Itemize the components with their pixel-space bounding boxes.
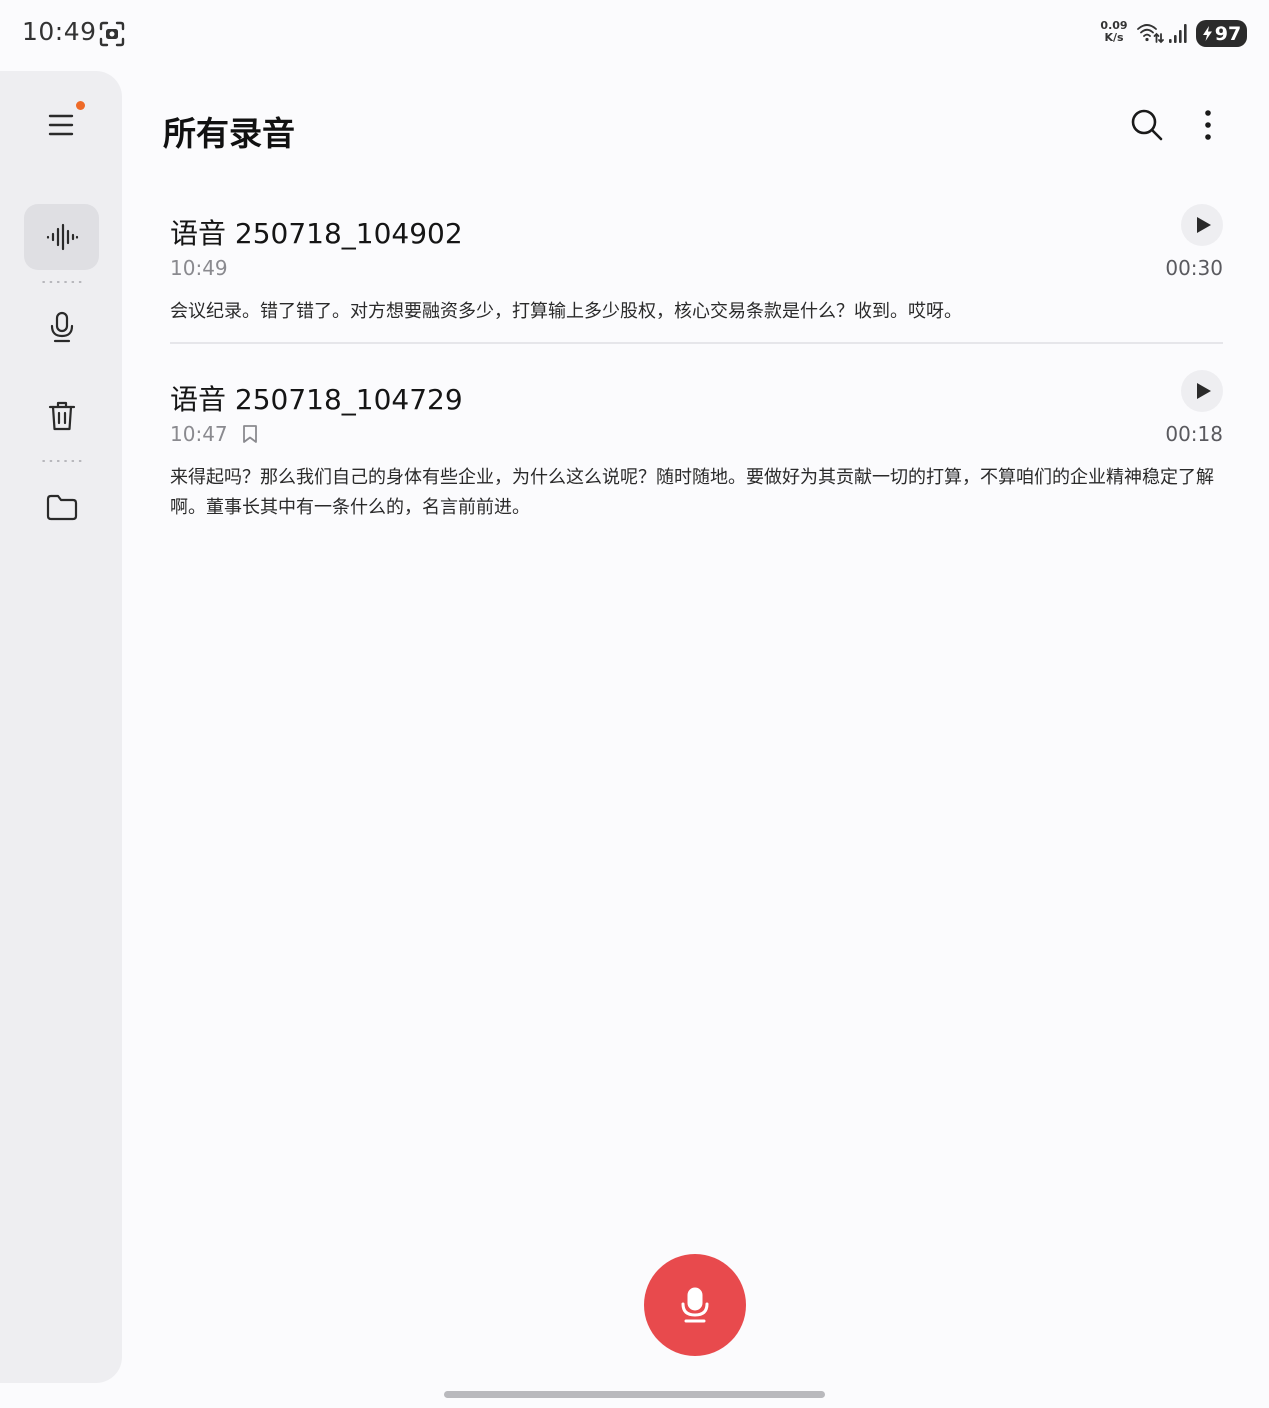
folders-nav-button[interactable]: [24, 474, 99, 540]
recording-duration: 00:18: [1165, 422, 1223, 446]
folder-icon: [46, 494, 77, 521]
search-button[interactable]: [1125, 103, 1169, 147]
battery-level: 97: [1214, 22, 1242, 45]
recording-duration: 00:30: [1165, 256, 1223, 280]
network-speed: 0.09 K/s: [1098, 20, 1130, 44]
list-divider: [170, 342, 1223, 344]
start-recording-button[interactable]: [644, 1254, 746, 1356]
recently-deleted-nav-button[interactable]: [24, 383, 99, 449]
signal-icon: [1168, 22, 1190, 44]
more-options-button[interactable]: [1186, 103, 1230, 147]
record-nav-button[interactable]: [24, 294, 99, 360]
status-time: 10:49: [22, 17, 97, 46]
menu-icon: [48, 114, 73, 136]
recording-title: 语音 250718_104902: [170, 217, 463, 250]
status-bar: 10:49 0.09 K/s 97: [0, 0, 1269, 70]
recording-time-text: 10:49: [170, 256, 228, 280]
recording-item[interactable]: 语音 250718_104729 10:47 00:18 来得起吗？那么我们自己…: [170, 370, 1223, 528]
search-icon: [1131, 109, 1163, 141]
recording-time-text: 10:47: [170, 422, 228, 446]
menu-button[interactable]: [24, 92, 99, 158]
page-title: 所有录音: [163, 114, 295, 153]
recording-transcript: 来得起吗？那么我们自己的身体有些企业，为什么这么说呢？随时随地。要做好为其贡献一…: [170, 467, 1214, 518]
battery-indicator: 97: [1196, 20, 1247, 47]
notification-dot: [76, 101, 85, 110]
recording-transcript: 会议纪录。错了错了。对方想要融资多少，打算输上多少股权，核心交易条款是什么？收到…: [170, 301, 962, 322]
recording-time: 10:49: [170, 256, 228, 280]
more-vert-icon: [1205, 110, 1211, 140]
rail-divider: [40, 460, 84, 462]
recording-title: 语音 250718_104729: [170, 383, 463, 416]
charging-bolt-icon: [1202, 26, 1212, 41]
rail-divider: [40, 281, 84, 283]
microphone-icon: [50, 311, 73, 343]
screenshot-icon: [98, 20, 126, 48]
all-recordings-nav-button[interactable]: [24, 204, 99, 270]
play-button[interactable]: [1181, 204, 1223, 246]
bookmark-icon: [242, 425, 257, 443]
trash-icon: [48, 401, 75, 431]
recording-item[interactable]: 语音 250718_104902 10:49 00:30 会议纪录。错了错了。对…: [170, 204, 1223, 332]
play-icon: [1196, 217, 1211, 233]
network-speed-unit: K/s: [1104, 31, 1124, 44]
microphone-icon: [681, 1287, 709, 1323]
recording-time: 10:47: [170, 422, 260, 446]
play-button[interactable]: [1181, 370, 1223, 412]
waveform-icon: [46, 223, 78, 251]
play-icon: [1196, 383, 1211, 399]
home-indicator[interactable]: [444, 1391, 825, 1398]
wifi-icon: [1136, 21, 1164, 45]
